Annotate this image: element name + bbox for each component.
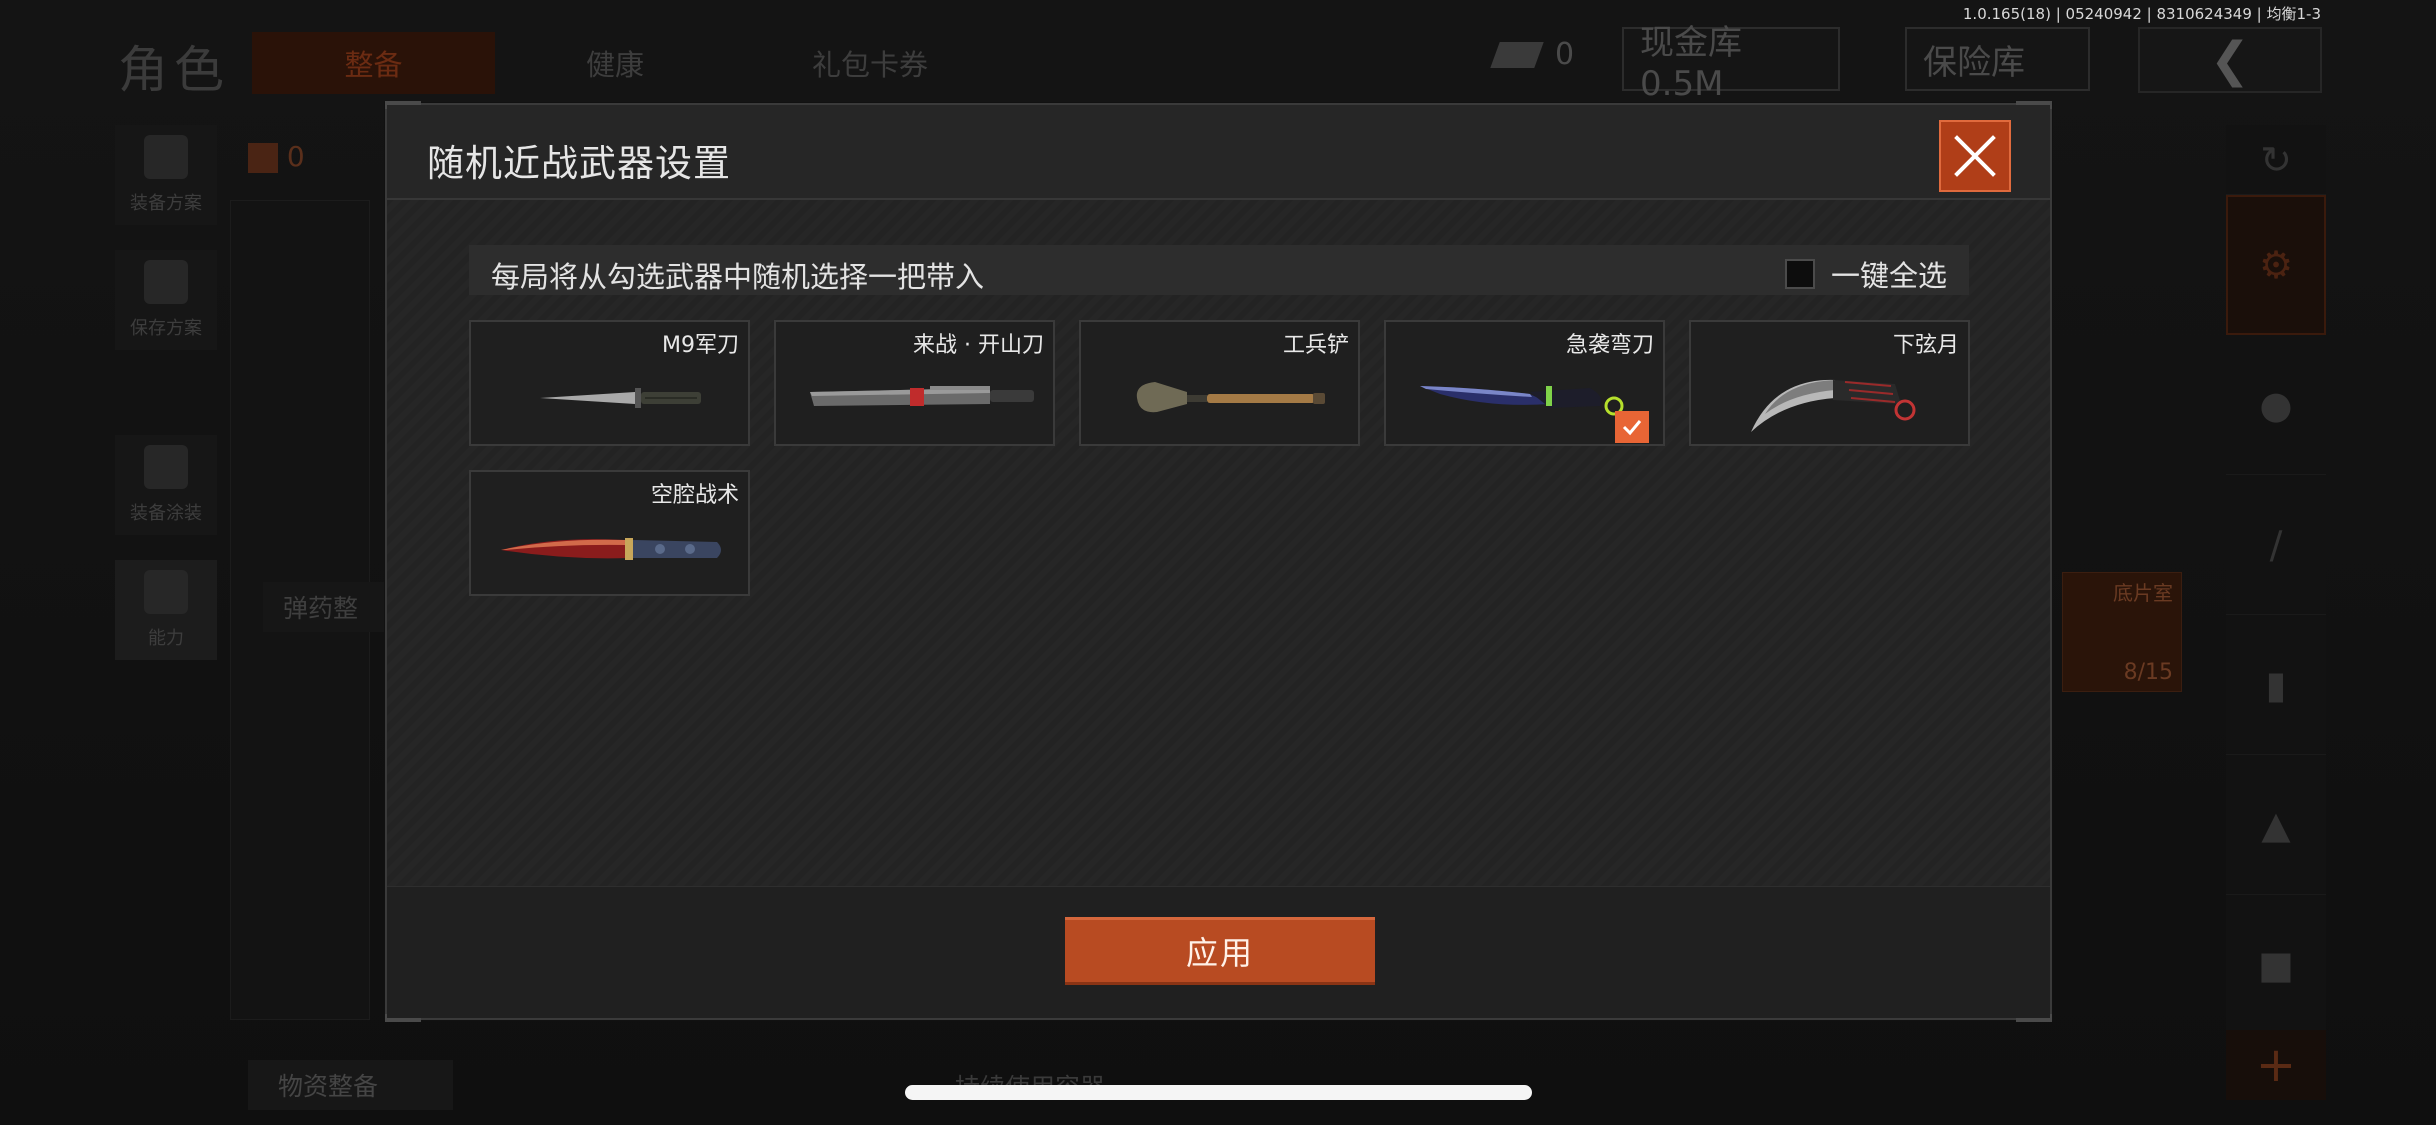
apply-button[interactable]: 应用 [1065, 917, 1375, 985]
weapon-name: 下弦月 [1892, 333, 1959, 358]
supply-button[interactable]: 物资整备 [248, 1060, 453, 1110]
ability-button[interactable]: 能力 [115, 560, 217, 660]
info-bar: 每局将从勾选武器中随机选择一把带入 一键全选 [469, 245, 1969, 295]
select-all-checkbox[interactable] [1784, 259, 1815, 289]
dialog-title: 随机近战武器设置 [427, 142, 731, 185]
rifle-slot[interactable]: ∕ [2226, 475, 2326, 615]
cash-bill-icon [1490, 41, 1544, 68]
bill-count-value: 0 [1555, 37, 1575, 72]
tab-gift-cards[interactable]: 礼包卡券 [760, 32, 980, 94]
weapon-card[interactable]: 下弦月 [1689, 320, 1970, 446]
shovel-icon [1136, 382, 1325, 413]
weapon-card[interactable]: 急袭弯刀 [1384, 320, 1665, 446]
backpack-count: 0 [248, 140, 305, 173]
plus-icon: + [2255, 1037, 2297, 1093]
vest-icon [144, 135, 188, 179]
safe-storage-button[interactable]: 保险库 [1905, 27, 2090, 91]
selected-check-badge [1615, 411, 1649, 443]
select-all-toggle[interactable]: 一键全选 [1784, 253, 1947, 295]
add-button[interactable]: + [2226, 1030, 2326, 1100]
dialog-footer: 应用 [387, 886, 2050, 1018]
weapon-name: 来战 · 开山刀 [913, 333, 1044, 358]
checkmark-icon [1622, 420, 1642, 436]
backpack-icon [248, 143, 278, 173]
gear-slot[interactable]: ■ [2226, 895, 2326, 1035]
info-text: 每局将从勾选武器中随机选择一把带入 [491, 260, 985, 294]
close-button[interactable] [1939, 120, 2011, 192]
weapon-name: 急袭弯刀 [1565, 333, 1654, 358]
tab-health[interactable]: 健康 [545, 32, 685, 94]
right-rail: ↻ ⚙ ● ∕ ▮ ▲ ■ [2226, 125, 2326, 1035]
bill-counter: 0 [1490, 37, 1575, 72]
film-room-label: 底片室 [2113, 581, 2173, 605]
melee-slot[interactable]: ⚙ [2226, 195, 2326, 335]
safe-storage-label: 保险库 [1923, 42, 2025, 83]
weapon-name: 空腔战术 [650, 483, 739, 508]
weapon-card[interactable]: 空腔战术 [469, 470, 750, 596]
page-title: 角色 [118, 41, 230, 99]
m9-bayonet-icon [540, 388, 701, 408]
lightning-icon [144, 570, 188, 614]
film-room-count: 8/15 [2123, 660, 2173, 685]
magazine-slot[interactable]: ▮ [2226, 615, 2326, 755]
tactical-knife-icon [501, 538, 721, 560]
refresh-icon[interactable]: ↻ [2226, 125, 2326, 195]
cash-storage-button[interactable]: 现金库 0.5M [1622, 23, 1840, 104]
download-icon [144, 260, 188, 304]
weapon-card[interactable]: 工兵铲 [1079, 320, 1360, 446]
left-rail: 装备方案 保存方案 装备涂装 能力 [115, 125, 217, 685]
weapon-name: 工兵铲 [1282, 333, 1349, 358]
loadout-plan-button[interactable]: 装备方案 [115, 125, 217, 225]
save-plan-button[interactable]: 保存方案 [115, 250, 217, 350]
karambit-icon [1751, 379, 1916, 432]
cash-storage-label: 现金库 0.5M [1640, 22, 1742, 104]
helmet-icon [144, 445, 188, 489]
version-info: 1.0.165(18) | 05240942 | 8310624349 | 均衡… [1962, 5, 2321, 23]
select-all-label: 一键全选 [1830, 259, 1947, 293]
equipment-skin-button[interactable]: 装备涂装 [115, 435, 217, 535]
close-icon [1954, 135, 1996, 177]
chevron-left-icon: ❮ [2209, 32, 2251, 88]
tab-equipment[interactable]: 整备 [252, 32, 495, 94]
machete-icon [810, 386, 1034, 406]
helmet-slot[interactable]: ● [2226, 335, 2326, 475]
film-room-card[interactable]: 底片室 8/15 [2062, 572, 2182, 692]
weapon-card[interactable]: 来战 · 开山刀 [774, 320, 1055, 446]
dialog-header: 随机近战武器设置 [387, 105, 2050, 200]
ammo-slot[interactable]: ▲ [2226, 755, 2326, 895]
weapon-card[interactable]: M9军刀 [469, 320, 750, 446]
home-indicator[interactable] [905, 1085, 1532, 1100]
random-melee-dialog: 随机近战武器设置 每局将从勾选武器中随机选择一把带入 一键全选 M9军刀 来战 [385, 101, 2052, 1022]
weapon-name: M9军刀 [662, 333, 739, 358]
back-button[interactable]: ❮ [2138, 27, 2322, 93]
